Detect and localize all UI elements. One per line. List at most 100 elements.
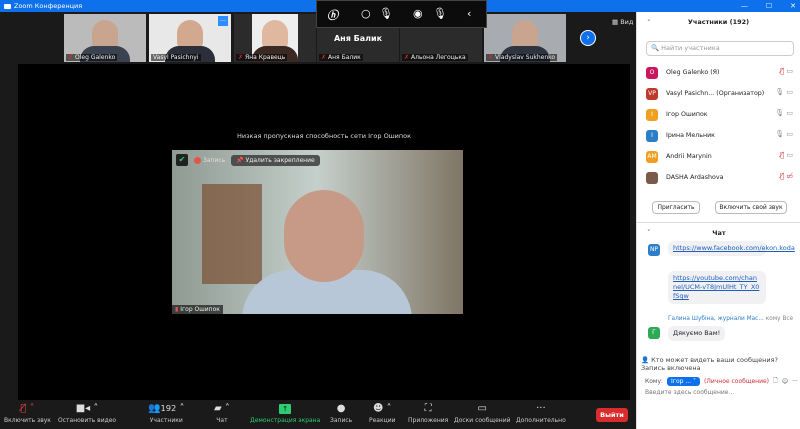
participant-search-input[interactable]: 🔍 Найти участника	[646, 41, 794, 56]
toolbar-label: Дополнительно	[516, 417, 566, 424]
avatar-photo	[646, 171, 658, 184]
radio-off-icon[interactable]: ○	[361, 7, 371, 20]
mic-icon[interactable]: 🎙	[775, 88, 784, 96]
toolbar-label: Реакции	[369, 417, 396, 424]
participant-name-large: Аня Балик	[333, 34, 383, 43]
share-screen-icon: ↑	[250, 403, 320, 417]
video-thumbnail[interactable]: … Vasyl Pasichnyi	[149, 14, 231, 62]
signal-icon: ▮	[175, 306, 179, 313]
invite-button[interactable]: Пригласить	[652, 201, 700, 214]
record-icon: ●	[336, 403, 346, 414]
avatar: NP	[648, 244, 660, 256]
unpin-button[interactable]: 📌 Удалить закрепление	[231, 154, 320, 166]
video-icon[interactable]: ▭	[786, 109, 793, 117]
participants-button[interactable]: 👥192 ˄ Участники	[148, 403, 185, 424]
participant-count: 192	[160, 403, 177, 413]
toolbar-label: Участники	[149, 417, 183, 424]
chat-privacy-notice[interactable]: 👤 Кто может видеть ваши сообщения? Запис…	[641, 356, 797, 372]
avatar: O	[646, 66, 658, 79]
leave-button[interactable]: Выйти	[596, 408, 628, 422]
mic-icon[interactable]: 🎙	[379, 7, 393, 20]
speaker-name: ▮ Ігор Ошипок	[172, 305, 223, 314]
mic-icon[interactable]: 🎙	[775, 109, 784, 117]
view-button[interactable]: ▦ Вид	[612, 18, 633, 26]
toolbar-label: Демонстрация экрана	[250, 417, 321, 424]
toolbar-label: Доски сообщений	[454, 417, 511, 424]
avatar: Г	[648, 327, 660, 339]
network-warning: Низкая пропускная способность сети Ігор …	[236, 132, 412, 140]
toolbar-label: Включить звук	[4, 417, 51, 424]
shield-icon[interactable]: ✔	[176, 154, 188, 166]
recipient-select[interactable]: Ігор ... ˅	[667, 376, 700, 386]
video-thumbnail[interactable]: ✗ Vladyslav Sukhenko	[484, 14, 566, 62]
toolbar-label: Приложения	[408, 417, 449, 424]
more-options-icon[interactable]: …	[218, 16, 228, 26]
mic-muted-icon[interactable]: 🎙̸	[780, 172, 784, 180]
hp-logo: ⓗ	[327, 9, 338, 22]
sender-name: Галина Шубіна, журнали Мас...	[668, 316, 764, 322]
chat-input[interactable]: Введите здесь сообщение...	[645, 389, 734, 396]
thumbnail-name: Аня Балик	[328, 54, 361, 61]
mic-muted-icon: 🎙̸ ˄	[20, 403, 35, 414]
video-off-icon[interactable]: ▭̸	[786, 172, 793, 180]
participants-icon: 👥192 ˄	[148, 403, 185, 414]
chat-sender: Галина Шубіна, журнали Мас... кому Все	[668, 316, 793, 322]
participant-row[interactable]: AM Andrii Marynin 🎙̸ ▭	[637, 146, 800, 167]
reactions-icon: ☻ ˄	[372, 403, 392, 414]
next-page-button[interactable]: ›	[580, 30, 596, 46]
video-icon[interactable]: ▭	[786, 151, 793, 159]
private-label: (Личное сообщение)	[703, 377, 770, 385]
emoji-icon[interactable]: ☺	[782, 378, 788, 385]
toolbar-label: Запись	[330, 417, 353, 424]
participant-row[interactable]: VP Vasyl Pasichn... (Организатор) 🎙 ▭	[637, 83, 800, 104]
video-off-icon[interactable]: ▭	[786, 67, 793, 75]
record-button[interactable]: ● Запись	[330, 403, 352, 424]
apps-button[interactable]: ⛶ Приложения	[408, 403, 448, 424]
participant-row[interactable]: І Ірина Мельник 🎙 ▭	[637, 125, 800, 146]
video-thumbnail[interactable]: ✗ Oleg Galenko	[64, 14, 146, 62]
participant-row[interactable]: І Ігор Ошипок 🎙 ▭	[637, 104, 800, 125]
toolbar-label: Чат	[216, 417, 228, 424]
stop-video-button[interactable]: ■◂ ˄ Остановить видео	[58, 403, 116, 424]
close-button[interactable]: ✕	[790, 2, 796, 10]
mic-icon[interactable]: 🎙	[775, 130, 784, 138]
participant-row[interactable]: DASHA Ardashova 🎙̸ ▭̸	[637, 167, 800, 188]
radio-on-icon[interactable]: ◉	[413, 7, 423, 20]
more-icon[interactable]: ···	[792, 378, 798, 385]
video-thumbnail[interactable]: ✗ Яна Кравець	[234, 14, 316, 62]
recording-indicator: Запись	[194, 156, 225, 164]
apps-icon: ⛶	[424, 403, 432, 414]
more-button[interactable]: ··· Дополнительно	[516, 403, 566, 424]
video-icon[interactable]: ▭	[786, 88, 793, 96]
unmute-self-button[interactable]: Включить свой звук	[715, 201, 787, 214]
chat-title: Чат	[712, 229, 726, 237]
chat-button[interactable]: ▰ ˄ Чат	[214, 403, 230, 424]
whiteboard-button[interactable]: ▭ Доски сообщений	[454, 403, 511, 424]
participant-name: Ігор Ошипок	[666, 111, 708, 118]
zoom-logo-icon	[4, 3, 11, 9]
mic-muted-icon[interactable]: 🎙̸	[780, 151, 784, 159]
reactions-button[interactable]: ☻ ˄ Реакции	[369, 403, 396, 424]
file-icon[interactable]: 🗋	[773, 376, 778, 386]
collapse-icon[interactable]: ‹	[467, 7, 471, 20]
speaker-video[interactable]: ✔ Запись 📌 Удалить закрепление ▮ Ігор Ошип…	[172, 150, 463, 314]
video-icon[interactable]: ▭	[786, 130, 793, 138]
avatar: І	[646, 108, 658, 121]
participant-name: Andrii Marynin	[666, 153, 712, 160]
record-dot-icon	[194, 156, 201, 164]
unpin-label: Удалить закрепление	[245, 156, 315, 164]
recipient: кому Все	[765, 316, 794, 322]
chat-panel: ˅ Чат NP https://www.facebook.com/ekon.k…	[637, 222, 800, 429]
chat-link[interactable]: https://youtube.com/channel/UCM-vT8JmUlH…	[668, 271, 766, 304]
recipient-value: Ігор ...	[671, 377, 692, 385]
mic-muted-icon[interactable]: 🎙̸	[780, 67, 784, 75]
unmute-button[interactable]: 🎙̸ ˄ Включить звук	[4, 403, 51, 424]
chat-link[interactable]: https://www.facebook.com/ekon.koda	[668, 241, 795, 256]
minimize-button[interactable]: —	[741, 2, 748, 10]
share-screen-button[interactable]: ↑ Демонстрация экрана	[250, 403, 320, 424]
thumbnail-name: Яна Кравець	[245, 54, 286, 61]
mic-wave-icon[interactable]: 🎙	[433, 7, 447, 20]
whiteboard-icon: ▭	[477, 403, 487, 414]
maximize-button[interactable]: ☐	[766, 2, 772, 10]
participant-row[interactable]: O Oleg Galenko (Я) 🎙̸ ▭	[637, 62, 800, 83]
